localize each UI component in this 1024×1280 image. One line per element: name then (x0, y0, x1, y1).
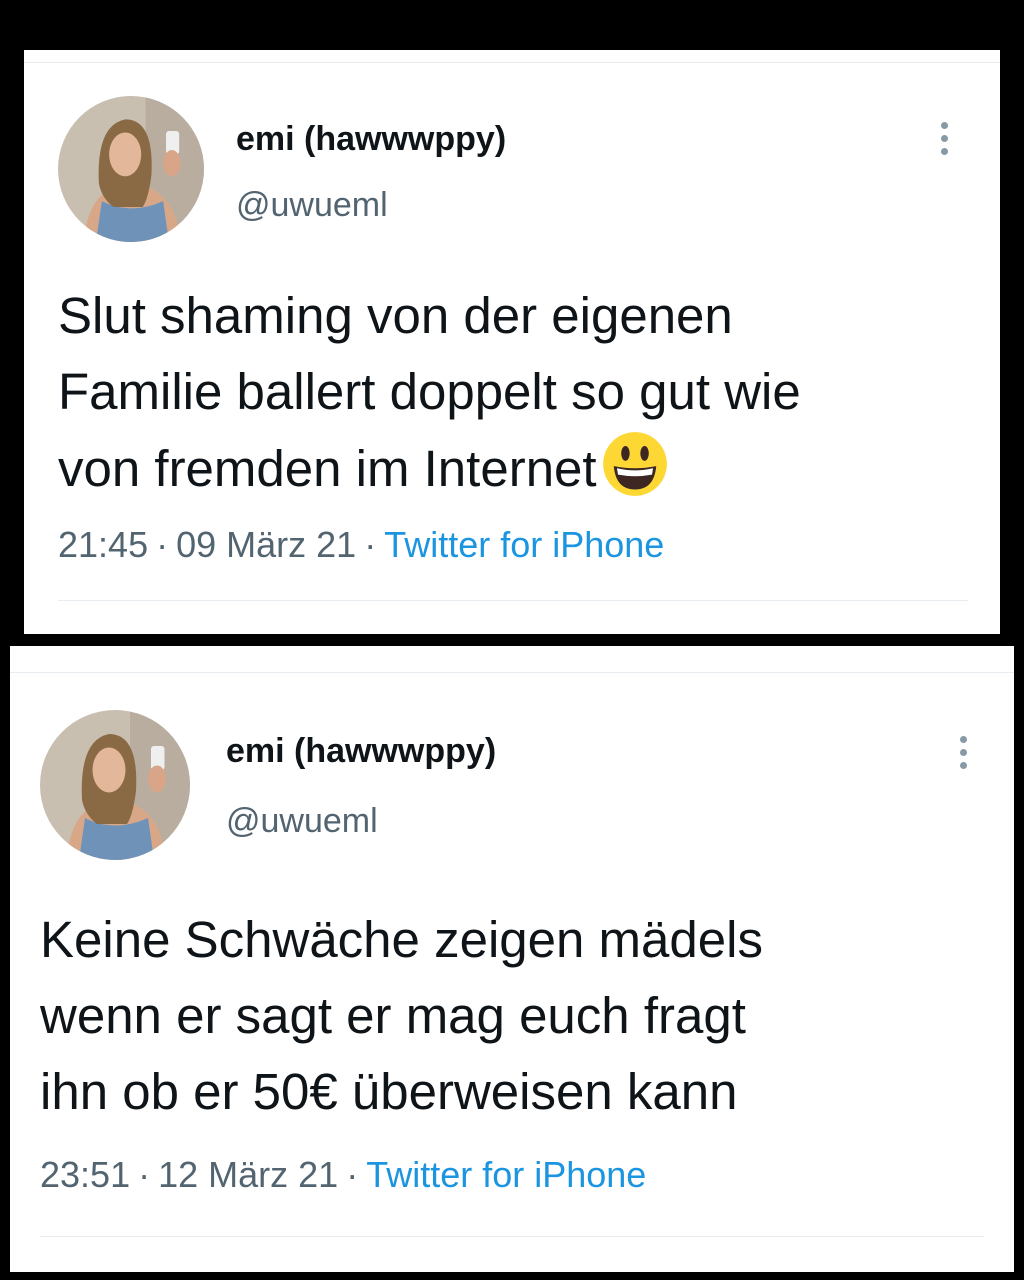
meta-separator: · (364, 524, 377, 565)
display-name[interactable]: emi (hawwwppy) (226, 732, 496, 771)
display-name[interactable]: emi (hawwwppy) (236, 120, 506, 159)
meta-separator: · (346, 1154, 359, 1195)
avatar[interactable] (40, 710, 190, 860)
tweet-text: Keine Schwäche zeigen mädels wenn er sag… (40, 911, 763, 1120)
bottom-divider (40, 1236, 984, 1237)
more-icon[interactable] (954, 734, 974, 774)
handle[interactable]: @uwueml (236, 186, 388, 225)
tweet-text-body: Slut shaming von der eigenen Familie bal… (58, 287, 801, 497)
handle[interactable]: @uwueml (226, 802, 378, 841)
top-divider (10, 672, 1014, 673)
more-icon[interactable] (935, 120, 955, 160)
top-divider (24, 62, 1000, 63)
avatar-image (58, 96, 204, 242)
tweet-date[interactable]: 09 März 21 (176, 524, 356, 565)
tweet-meta: 21:45 · 09 März 21 · Twitter for iPhone (58, 524, 664, 566)
grinning-face-emoji (602, 432, 667, 496)
tweet-meta: 23:51 · 12 März 21 · Twitter for iPhone (40, 1154, 646, 1196)
meta-separator: · (156, 524, 169, 565)
tweet-date[interactable]: 12 März 21 (158, 1154, 338, 1195)
bottom-divider (58, 600, 968, 601)
tweet-card[interactable]: emi (hawwwppy) @uwueml Keine Schwäche ze… (10, 646, 1014, 1272)
avatar[interactable] (58, 96, 204, 242)
source-link[interactable]: Twitter for iPhone (366, 1154, 646, 1195)
tweet-text: Slut shaming von der eigenen Familie bal… (58, 278, 978, 507)
tweet-time[interactable]: 21:45 (58, 524, 148, 565)
tweet-card[interactable]: emi (hawwwppy) @uwueml Slut shaming von … (24, 50, 1000, 634)
source-link[interactable]: Twitter for iPhone (384, 524, 664, 565)
tweet-time[interactable]: 23:51 (40, 1154, 130, 1195)
avatar-image (40, 710, 190, 860)
meta-separator: · (138, 1154, 151, 1195)
